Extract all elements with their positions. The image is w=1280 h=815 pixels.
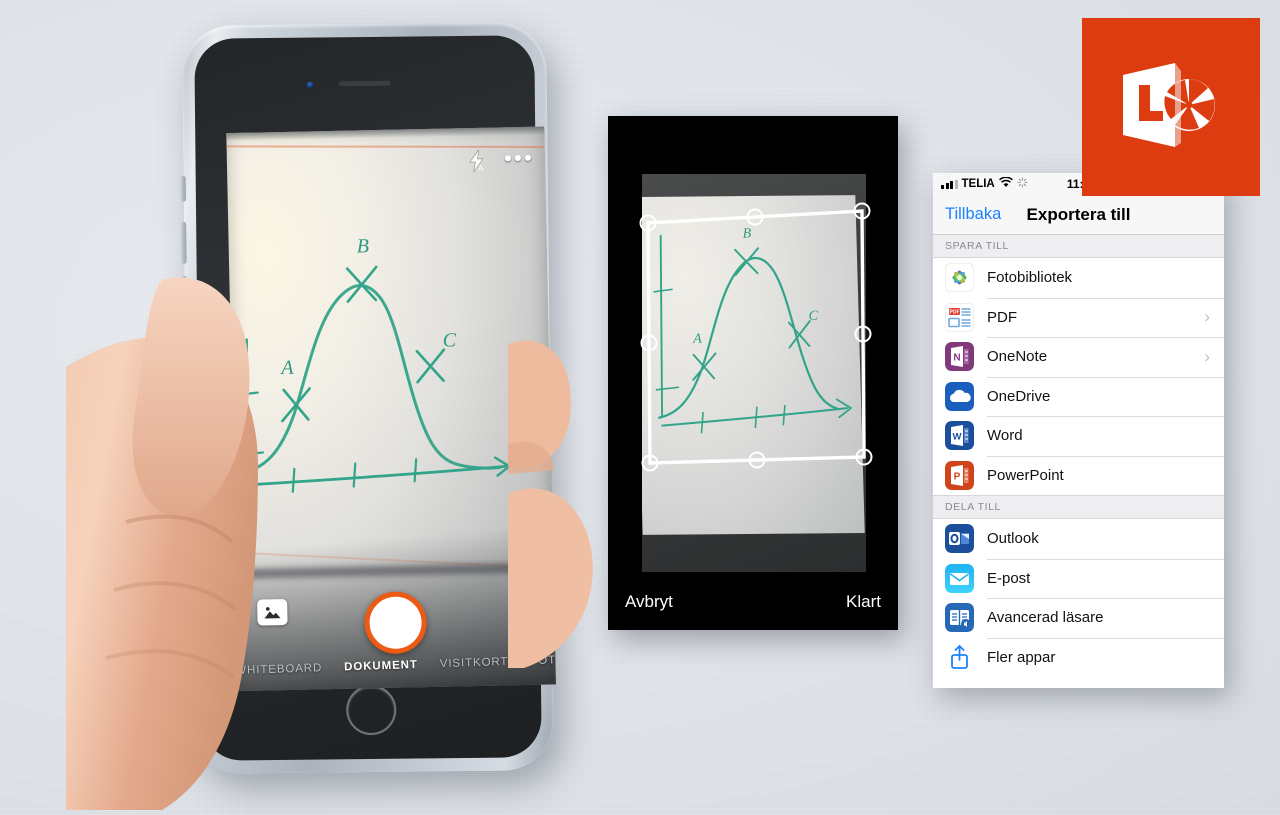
volume-up-button[interactable] xyxy=(181,221,187,264)
list-item-fler-appar[interactable]: Fler appar xyxy=(933,637,1224,677)
list-item-label: PDF xyxy=(987,308,1017,326)
phone-body: A B C A WHITEBOARD DOKUMENT VISITKORT FO… xyxy=(180,22,556,774)
sync-icon xyxy=(1017,177,1028,191)
pdf-icon: PDF xyxy=(945,302,974,332)
crop-handle-top-left[interactable] xyxy=(639,214,657,232)
crop-handle-bottom-right[interactable] xyxy=(855,448,873,466)
gallery-thumbnail-icon[interactable] xyxy=(257,598,288,626)
powerpoint-icon: P xyxy=(945,460,974,490)
whiteboard-top-edge xyxy=(226,126,545,142)
svg-text:W: W xyxy=(953,432,962,443)
mute-switch[interactable] xyxy=(180,175,186,202)
mode-whiteboard[interactable]: WHITEBOARD xyxy=(235,662,322,677)
list-item-label: Word xyxy=(987,427,1023,445)
crop-handle-top-right[interactable] xyxy=(853,202,871,220)
crop-screen: A B C Avbryt Klart xyxy=(608,116,898,630)
immersive-reader-icon xyxy=(945,603,974,633)
list-item-outlook[interactable]: Outlook xyxy=(933,519,1224,559)
list-item-label: Fler appar xyxy=(987,648,1056,666)
list-item-onenote[interactable]: N OneNote › xyxy=(933,337,1224,377)
list-item-label: Fotobibliotek xyxy=(987,269,1073,287)
list-item-fotobibliotek[interactable]: Fotobibliotek xyxy=(933,258,1224,298)
flash-auto-icon[interactable]: A xyxy=(467,149,488,178)
more-options-icon[interactable] xyxy=(504,154,531,162)
list-item-powerpoint[interactable]: P PowerPoint xyxy=(933,455,1224,495)
crop-handle-bottom-center[interactable] xyxy=(748,451,766,469)
page-title: Exportera till xyxy=(1026,204,1131,224)
list-item-epost[interactable]: E-post xyxy=(933,558,1224,598)
list-item-label: OneNote xyxy=(987,348,1048,366)
front-camera-icon xyxy=(306,81,314,89)
list-item-onedrive[interactable]: OneDrive xyxy=(933,376,1224,416)
list-item-label: E-post xyxy=(987,569,1031,587)
share-icon xyxy=(945,643,974,672)
photos-icon xyxy=(945,263,974,293)
export-screen: TELIA 11:2 Tillbaka Exportera till SPARA… xyxy=(933,173,1224,688)
onenote-icon: N xyxy=(945,342,974,372)
svg-text:P: P xyxy=(954,471,961,482)
svg-text:C: C xyxy=(442,329,456,351)
office-lens-glyph xyxy=(1123,63,1215,147)
volume-down-button[interactable] xyxy=(181,275,188,318)
svg-text:PDF: PDF xyxy=(950,309,960,315)
chevron-right-icon: › xyxy=(1204,346,1210,366)
svg-text:N: N xyxy=(953,353,960,364)
list-item-word[interactable]: W Word xyxy=(933,416,1224,456)
crop-handle-bottom-left[interactable] xyxy=(641,454,659,472)
navigation-bar: Tillbaka Exportera till xyxy=(933,195,1224,235)
svg-text:A: A xyxy=(478,164,484,173)
mode-visitkort[interactable]: VISITKORT xyxy=(440,656,509,670)
mode-foto[interactable]: FOTO xyxy=(530,654,556,667)
wifi-icon xyxy=(998,176,1013,191)
list-item-label: OneDrive xyxy=(987,387,1051,405)
list-item-avancerad-lasare[interactable]: Avancerad läsare xyxy=(933,598,1224,638)
list-item-label: Outlook xyxy=(987,530,1039,548)
earpiece-speaker xyxy=(338,80,391,87)
signal-bars-icon xyxy=(941,179,958,189)
office-lens-logo xyxy=(1082,18,1260,196)
mode-dokument[interactable]: DOKUMENT xyxy=(344,659,418,673)
section-header-share-to: DELA TILL xyxy=(933,496,1224,519)
onedrive-icon xyxy=(945,381,974,411)
list-item-label: Avancerad läsare xyxy=(987,609,1104,627)
home-button[interactable] xyxy=(346,684,397,736)
carrier-label: TELIA xyxy=(961,178,995,190)
svg-text:B: B xyxy=(356,235,369,257)
camera-preview[interactable]: A B C A WHITEBOARD DOKUMENT VISITKORT FO… xyxy=(226,126,556,692)
word-icon: W xyxy=(945,421,974,451)
wall-line-decor xyxy=(226,145,556,148)
list-item-pdf[interactable]: PDF PDF › xyxy=(933,297,1224,337)
mail-icon xyxy=(945,563,974,593)
svg-text:A: A xyxy=(279,357,294,379)
outlook-icon xyxy=(945,524,974,554)
phone-device: A B C A WHITEBOARD DOKUMENT VISITKORT FO… xyxy=(66,22,593,810)
screenshot-canvas: A B C A WHITEBOARD DOKUMENT VISITKORT FO… xyxy=(0,0,1280,815)
phone-bezel: A B C A WHITEBOARD DOKUMENT VISITKORT FO… xyxy=(194,35,556,761)
list-item-label: PowerPoint xyxy=(987,466,1064,484)
crop-handle-right-middle[interactable] xyxy=(854,325,872,343)
crop-quadrilateral[interactable] xyxy=(608,116,898,630)
crop-handle-top-center[interactable] xyxy=(746,208,764,226)
section-header-save-to: SPARA TILL xyxy=(933,235,1224,258)
back-button[interactable]: Tillbaka xyxy=(945,205,1001,224)
chevron-right-icon: › xyxy=(1204,307,1210,327)
crop-handle-left-middle[interactable] xyxy=(640,334,658,352)
